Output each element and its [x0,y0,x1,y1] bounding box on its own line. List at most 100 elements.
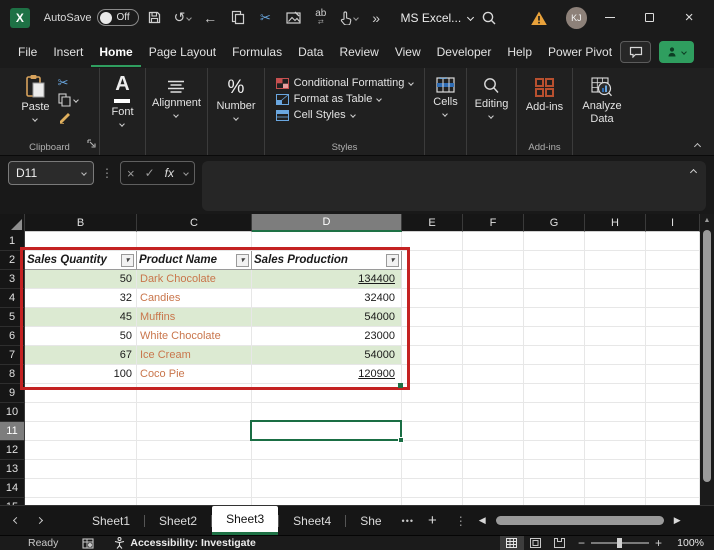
undo-icon[interactable]: ↺ [170,5,195,31]
cell-E9[interactable] [402,384,463,403]
cell-E13[interactable] [402,460,463,479]
save-icon[interactable] [142,5,167,31]
cell-D2[interactable]: Sales Production ▾ [252,251,402,270]
row-header-3[interactable]: 3 [0,270,25,289]
prev-sheet-icon[interactable] [12,516,21,525]
cell-C4[interactable]: Candies [137,289,252,308]
cell-I8[interactable] [646,365,700,384]
next-sheet-icon[interactable] [35,516,44,525]
cell-H8[interactable] [585,365,646,384]
touch-mode-icon[interactable] [336,5,361,31]
back-arrow-icon[interactable]: ← [198,5,223,31]
cell-I7[interactable] [646,346,700,365]
search-icon[interactable] [476,5,501,31]
minimize-button[interactable] [593,0,627,35]
cell-D1[interactable] [252,232,402,251]
cell-I13[interactable] [646,460,700,479]
autosave-toggle[interactable]: AutoSave Off [44,9,140,26]
insert-function-icon[interactable]: fx [165,166,174,180]
cell-F5[interactable] [463,308,524,327]
accessibility-status[interactable]: Accessibility: Investigate [114,537,256,549]
cell-B4[interactable]: 32 [25,289,137,308]
cell-E8[interactable] [402,365,463,384]
share-button[interactable] [659,40,694,63]
menu-insert[interactable]: Insert [45,37,91,67]
cell-H10[interactable] [585,403,646,422]
cell-G9[interactable] [524,384,585,403]
cell-B2[interactable]: Sales Quantity ▾ [25,251,137,270]
cell-G3[interactable] [524,270,585,289]
cell-H3[interactable] [585,270,646,289]
collapse-ribbon-icon[interactable] [693,142,702,151]
touch-mode-dropdown-icon[interactable] [353,14,359,21]
cell-E12[interactable] [402,441,463,460]
select-all-corner[interactable] [0,214,25,232]
cell-F8[interactable] [463,365,524,384]
cell-D12[interactable] [252,441,402,460]
row-header-13[interactable]: 13 [0,460,25,479]
cell-F2[interactable] [463,251,524,270]
sheet-tab-she[interactable]: She [346,506,395,535]
menu-help[interactable]: Help [499,37,540,67]
cell-styles-dropdown-icon[interactable] [349,112,356,118]
zoom-out-button[interactable]: − [578,536,585,550]
menu-data[interactable]: Data [290,37,331,67]
row-header-4[interactable]: 4 [0,289,25,308]
cell-F4[interactable] [463,289,524,308]
cell-G13[interactable] [524,460,585,479]
cell-E6[interactable] [402,327,463,346]
autosave-switch[interactable]: Off [97,9,140,26]
paste-button[interactable]: Paste [21,74,50,122]
cell-F1[interactable] [463,232,524,251]
row-header-5[interactable]: 5 [0,308,25,327]
screenshot-icon[interactable] [281,5,306,31]
close-button[interactable]: × [672,0,706,35]
zoom-slider-thumb[interactable] [617,538,623,548]
row-header-6[interactable]: 6 [0,327,25,346]
editing-dropdown-icon[interactable] [488,112,495,119]
menu-home[interactable]: Home [91,37,141,67]
cell-F3[interactable] [463,270,524,289]
ribbon-cell-styles[interactable]: Cell Styles [275,109,356,121]
cell-C14[interactable] [137,479,252,498]
cell-F15[interactable] [463,498,524,505]
cell-I15[interactable] [646,498,700,505]
cancel-entry-icon[interactable]: × [127,166,135,181]
sheet-tab-sheet2[interactable]: Sheet2 [145,506,211,535]
cell-G2[interactable] [524,251,585,270]
cell-B12[interactable] [25,441,137,460]
cell-G5[interactable] [524,308,585,327]
cell-B5[interactable]: 45 [25,308,137,327]
cell-I12[interactable] [646,441,700,460]
editing-button[interactable]: Editing [475,74,508,119]
cell-B13[interactable] [25,460,137,479]
cell-B7[interactable]: 67 [25,346,137,365]
selected-cell-outline[interactable] [250,420,404,443]
cell-D13[interactable] [252,460,402,479]
cell-B11[interactable] [25,422,137,441]
col-header-I[interactable]: I [646,214,700,232]
cell-D4[interactable]: 32400 [252,289,402,308]
formula-input[interactable] [202,161,706,211]
cell-E14[interactable] [402,479,463,498]
vertical-scrollbar[interactable]: ▲ [700,214,714,505]
ribbon-conditional-formatting[interactable]: Conditional Formatting [275,77,415,89]
cell-D14[interactable] [252,479,402,498]
number-dropdown-icon[interactable] [233,114,239,121]
title-dropdown-icon[interactable] [467,13,475,22]
col-header-B[interactable]: B [25,214,137,232]
cell-D15[interactable] [252,498,402,505]
alignment-button[interactable]: Alignment [152,74,201,118]
cell-I11[interactable] [646,422,700,441]
cell-F9[interactable] [463,384,524,403]
scroll-up-icon[interactable]: ▲ [700,217,714,224]
cell-F11[interactable] [463,422,524,441]
cell-C12[interactable] [137,441,252,460]
cell-D5[interactable]: 54000 [252,308,402,327]
cell-G8[interactable] [524,365,585,384]
cell-F14[interactable] [463,479,524,498]
cell-I10[interactable] [646,403,700,422]
cell-E4[interactable] [402,289,463,308]
cell-C1[interactable] [137,232,252,251]
alignment-dropdown-icon[interactable] [173,111,180,118]
